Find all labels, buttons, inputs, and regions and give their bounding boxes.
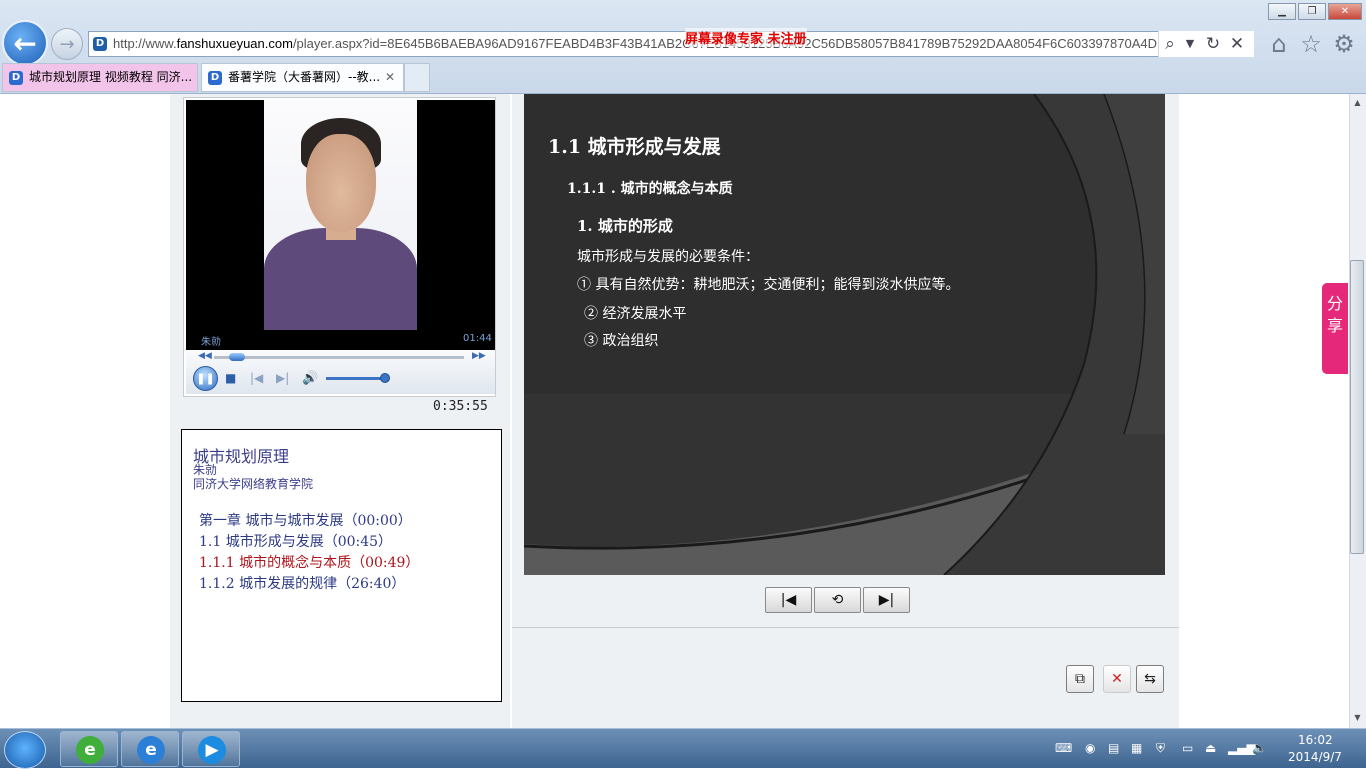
toc-item-1-1[interactable]: 1.1 城市形成与发展（00:45）: [199, 531, 392, 551]
address-prefix: http://www.: [113, 36, 177, 51]
scroll-up-icon[interactable]: ▲: [1352, 98, 1363, 107]
refresh-icon[interactable]: ↻: [1203, 33, 1223, 55]
next-slide-button[interactable]: ▶|: [863, 587, 910, 613]
start-button[interactable]: [4, 731, 46, 769]
scroll-thumb[interactable]: [1350, 260, 1364, 554]
network-manager-icon[interactable]: ▤: [1108, 741, 1119, 755]
course-outline: 城市规划原理 朱勍 同济大学网络教育学院 第一章 城市与城市发展（00:00） …: [181, 429, 502, 702]
share-button[interactable]: 分享: [1322, 283, 1348, 374]
next-icon[interactable]: ▶|: [276, 371, 289, 385]
dropdown-icon[interactable]: ▼: [1180, 33, 1200, 55]
slide-bullet-1: ① 具有自然优势：耕地肥沃；交通便利；能得到淡水供应等。: [577, 277, 960, 293]
home-icon[interactable]: ⌂: [1265, 30, 1293, 58]
taskbar-app-media[interactable]: ▶: [182, 731, 240, 767]
player-tray-icon[interactable]: ◉: [1085, 741, 1095, 755]
taskbar-app-ie[interactable]: e: [121, 731, 179, 767]
slide-heading-1: 1.1 城市形成与发展: [548, 136, 721, 158]
divider: [512, 627, 1179, 628]
pause-button[interactable]: ❚❚: [193, 366, 218, 391]
previous-slide-button[interactable]: |◀: [765, 587, 812, 613]
tab-label: 城市规划原理 视频教程 同济...: [29, 70, 193, 84]
fullscreen-button[interactable]: ⧉: [1066, 665, 1094, 693]
address-bar[interactable]: http://www.fanshuxueyuan.com/player.aspx…: [88, 31, 1254, 57]
toc-item-chapter-1[interactable]: 第一章 城市与城市发展（00:00）: [199, 510, 412, 530]
rewind-icon[interactable]: ◀◀: [198, 351, 212, 361]
slide-bullet-2: ② 经济发展水平: [584, 306, 687, 322]
seek-thumb[interactable]: [228, 353, 245, 361]
address-domain: fanshuxueyuan.com: [176, 36, 293, 51]
volume-icon[interactable]: 🔊: [302, 371, 318, 386]
video-time: 01:44: [463, 333, 492, 344]
forward-icon[interactable]: →: [51, 28, 83, 60]
close-window-button[interactable]: ✕: [1328, 3, 1362, 20]
swap-layout-button[interactable]: ⇆: [1136, 665, 1164, 693]
site-favicon-icon: D: [93, 37, 107, 51]
taskbar-app-browser[interactable]: e: [60, 731, 118, 767]
battery-icon[interactable]: ▭: [1182, 741, 1193, 755]
toc-item-1-1-1[interactable]: 1.1.1 城市的概念与本质（00:49）: [199, 552, 419, 572]
media-player-icon: ▶: [198, 736, 226, 764]
volume-tray-icon[interactable]: 🔈: [1252, 741, 1267, 755]
tab-fanshu-academy[interactable]: D 番薯学院（大番薯网）--教... ✕: [201, 63, 404, 92]
sync-slide-button[interactable]: ⟲: [814, 587, 861, 613]
display-icon[interactable]: ▦: [1131, 741, 1142, 755]
lecture-slide: 1.1 城市形成与发展 1.1.1 . 城市的概念与本质 1. 城市的形成 城市…: [524, 94, 1165, 575]
player-controls: ◀◀ ▶▶ ❚❚ ■ |◀ ▶| 🔊: [186, 350, 495, 394]
clock-date[interactable]: 2014/9/7: [1288, 750, 1342, 764]
keyboard-icon[interactable]: ⌨: [1055, 741, 1072, 755]
security-icon[interactable]: ⛨: [1156, 741, 1165, 756]
browser-app-icon: e: [76, 736, 104, 764]
internet-explorer-icon: e: [137, 736, 165, 764]
seek-bar[interactable]: [214, 356, 464, 359]
slide-heading-3: 1. 城市的形成: [577, 217, 673, 235]
clock-time[interactable]: 16:02: [1298, 733, 1333, 747]
new-tab-button[interactable]: [404, 63, 430, 92]
lecturer-video: [264, 100, 417, 330]
taskbar: e e ▶ ⌨ ◉ ▤ ▦ ⛨ ▭ ⏏ ▂▄▆ 🔈 16:02 2014/9/7: [0, 728, 1366, 769]
elapsed-time: 0:35:55: [433, 399, 488, 414]
scroll-down-icon[interactable]: ▼: [1352, 713, 1363, 722]
video-frame[interactable]: 朱勍 01:44: [186, 100, 495, 350]
video-player: 朱勍 01:44 ◀◀ ▶▶ ❚❚ ■ |◀ ▶| 🔊: [183, 97, 496, 397]
browser-chrome: ▁ ❐ ✕ ← → http://www.fanshuxueyuan.com/p…: [0, 0, 1366, 94]
tab-favicon-icon: D: [208, 71, 222, 85]
slide-heading-2: 1.1.1 . 城市的概念与本质: [567, 181, 733, 197]
tab-strip: D 城市规划原理 视频教程 同济... D 番薯学院（大番薯网）--教... ✕: [0, 63, 430, 92]
slide-intro: 城市形成与发展的必要条件：: [577, 249, 759, 265]
page-content: 朱勍 01:44 ◀◀ ▶▶ ❚❚ ■ |◀ ▶| 🔊 0:35:55 城市规划…: [0, 94, 1349, 728]
recorder-watermark: 屏幕录像专家 未注册: [685, 28, 807, 47]
slide-bullet-3: ③ 政治组织: [584, 333, 659, 349]
restore-button[interactable]: ❐: [1298, 3, 1326, 20]
slide-navigation: |◀ ⟲ ▶|: [765, 587, 910, 613]
back-icon[interactable]: ←: [2, 20, 48, 66]
search-icon[interactable]: ⌕: [1160, 33, 1180, 55]
close-panel-button[interactable]: ✕: [1103, 665, 1131, 693]
minimize-button[interactable]: ▁: [1268, 3, 1296, 20]
volume-thumb[interactable]: [379, 373, 390, 383]
favorites-star-icon[interactable]: ☆: [1297, 30, 1325, 58]
fast-forward-icon[interactable]: ▶▶: [472, 351, 486, 361]
settings-gear-icon[interactable]: ⚙: [1330, 30, 1358, 58]
toc-item-1-1-2[interactable]: 1.1.2 城市发展的规律（26:40）: [199, 573, 405, 593]
tab-label: 番薯学院（大番薯网）--教...: [228, 70, 381, 84]
course-school: 同济大学网络教育学院: [193, 477, 314, 491]
volume-slider[interactable]: [326, 377, 388, 380]
stop-icon[interactable]: ■: [225, 371, 236, 385]
stop-icon[interactable]: ✕: [1227, 33, 1247, 55]
usb-icon[interactable]: ⏏: [1205, 741, 1216, 755]
tab-close-icon[interactable]: ✕: [385, 64, 395, 91]
tab-favicon-icon: D: [9, 71, 23, 85]
previous-icon[interactable]: |◀: [250, 371, 263, 385]
tab-course-video[interactable]: D 城市规划原理 视频教程 同济...: [2, 63, 198, 92]
speaker-name: 朱勍: [201, 337, 221, 348]
